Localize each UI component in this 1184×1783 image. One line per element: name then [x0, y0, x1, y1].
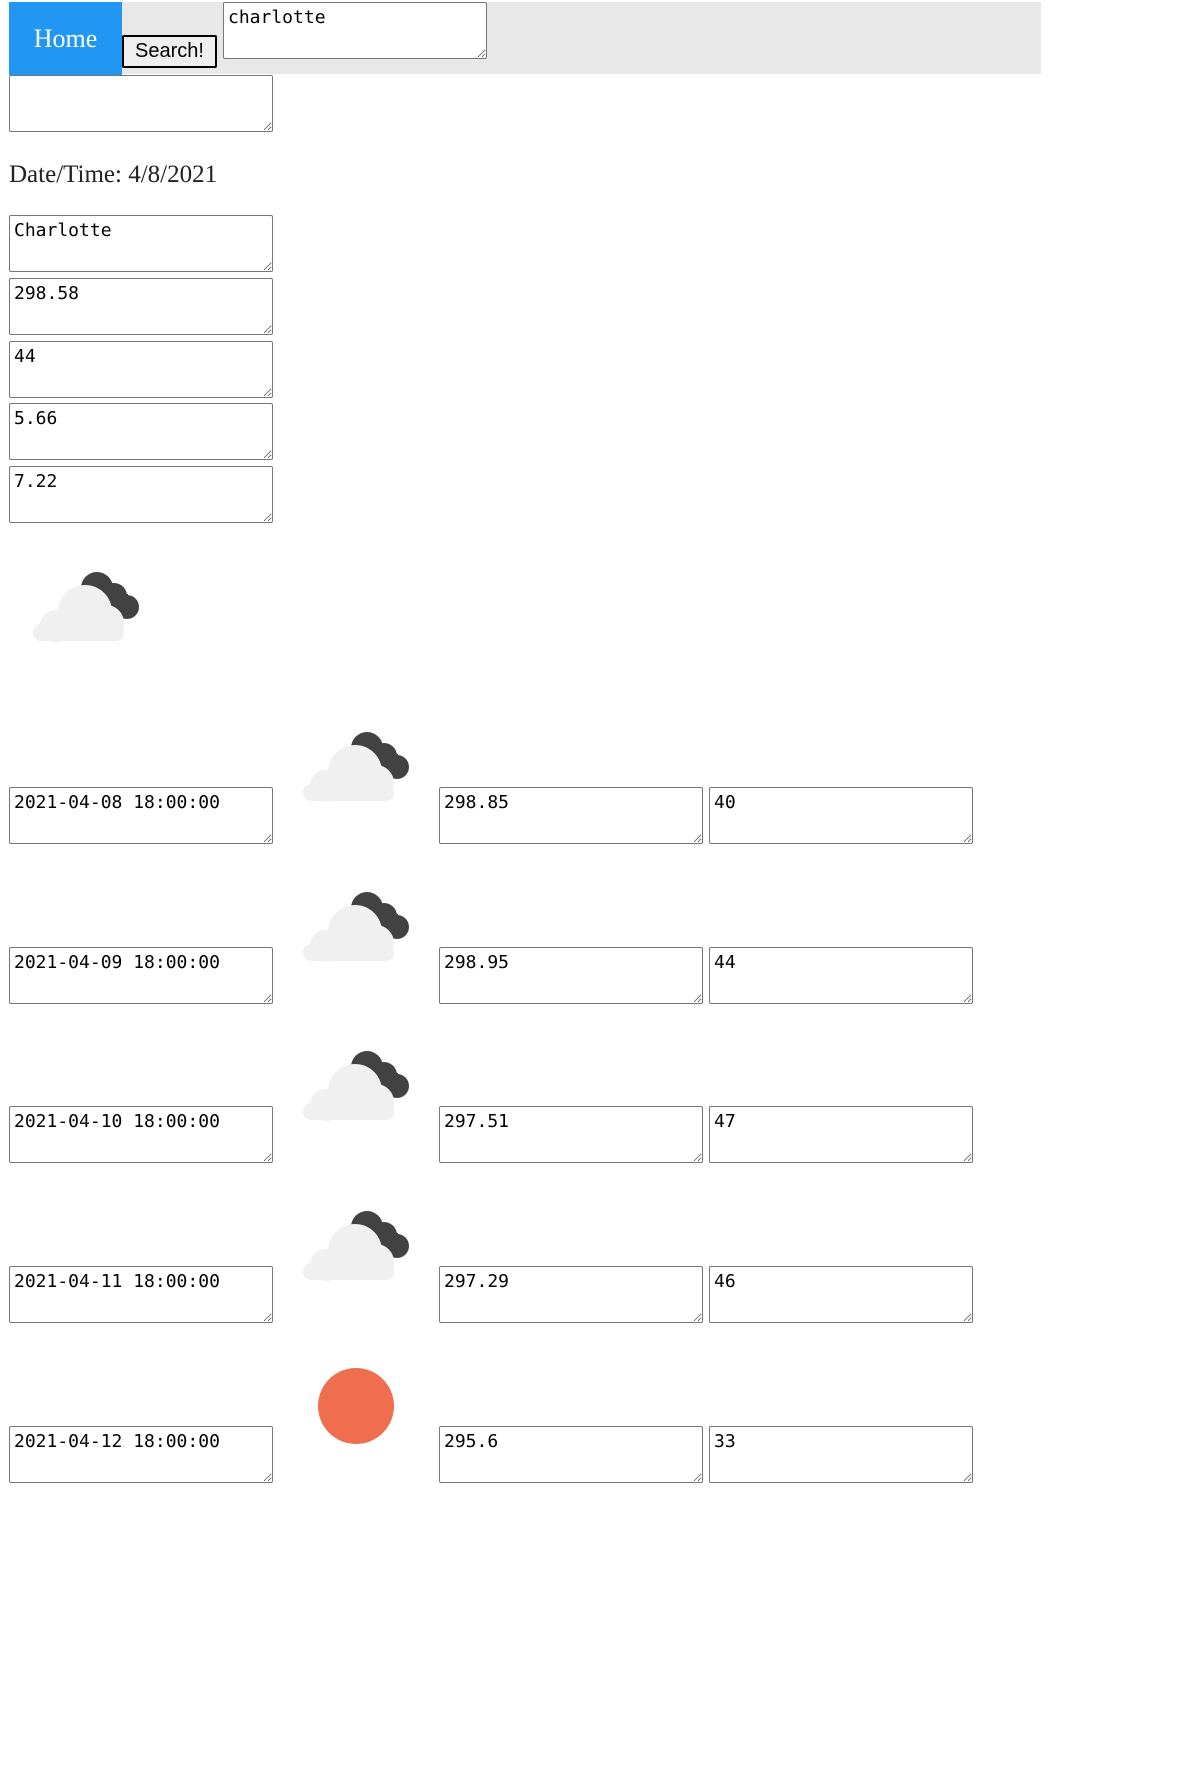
forecast-temp-4[interactable]: 297.29 — [439, 1266, 703, 1323]
extra-input[interactable] — [9, 75, 273, 132]
uv-index-field[interactable]: 7.22 — [9, 466, 273, 523]
cloudy-night-icon — [303, 892, 409, 962]
search-input[interactable]: charlotte — [223, 2, 487, 59]
forecast-datetime-5[interactable]: 2021-04-12 18:00:00 — [9, 1426, 273, 1483]
cloudy-night-icon — [33, 572, 139, 642]
forecast-humidity-1[interactable]: 40 — [709, 787, 973, 844]
forecast-humidity-2[interactable]: 44 — [709, 947, 973, 1004]
cloudy-night-icon — [303, 1211, 409, 1281]
city-field[interactable]: Charlotte — [9, 215, 273, 272]
search-button[interactable]: Search! — [122, 35, 217, 68]
forecast-temp-2[interactable]: 298.95 — [439, 947, 703, 1004]
forecast-temp-3[interactable]: 297.51 — [439, 1106, 703, 1163]
forecast-datetime-4[interactable]: 2021-04-11 18:00:00 — [9, 1266, 273, 1323]
cloudy-night-icon — [303, 1051, 409, 1121]
forecast-temp-1[interactable]: 298.85 — [439, 787, 703, 844]
cloudy-night-icon — [303, 732, 409, 802]
forecast-humidity-4[interactable]: 46 — [709, 1266, 973, 1323]
wind-speed-field[interactable]: 5.66 — [9, 403, 273, 460]
forecast-datetime-2[interactable]: 2021-04-09 18:00:00 — [9, 947, 273, 1004]
home-link[interactable]: Home — [9, 2, 122, 75]
forecast-humidity-3[interactable]: 47 — [709, 1106, 973, 1163]
forecast-humidity-5[interactable]: 33 — [709, 1426, 973, 1483]
humidity-field[interactable]: 44 — [9, 341, 273, 398]
sun-icon — [318, 1368, 394, 1444]
forecast-datetime-1[interactable]: 2021-04-08 18:00:00 — [9, 787, 273, 844]
forecast-datetime-3[interactable]: 2021-04-10 18:00:00 — [9, 1106, 273, 1163]
current-datetime: Date/Time: 4/8/2021 — [9, 161, 218, 188]
temperature-field[interactable]: 298.58 — [9, 278, 273, 335]
forecast-temp-5[interactable]: 295.6 — [439, 1426, 703, 1483]
